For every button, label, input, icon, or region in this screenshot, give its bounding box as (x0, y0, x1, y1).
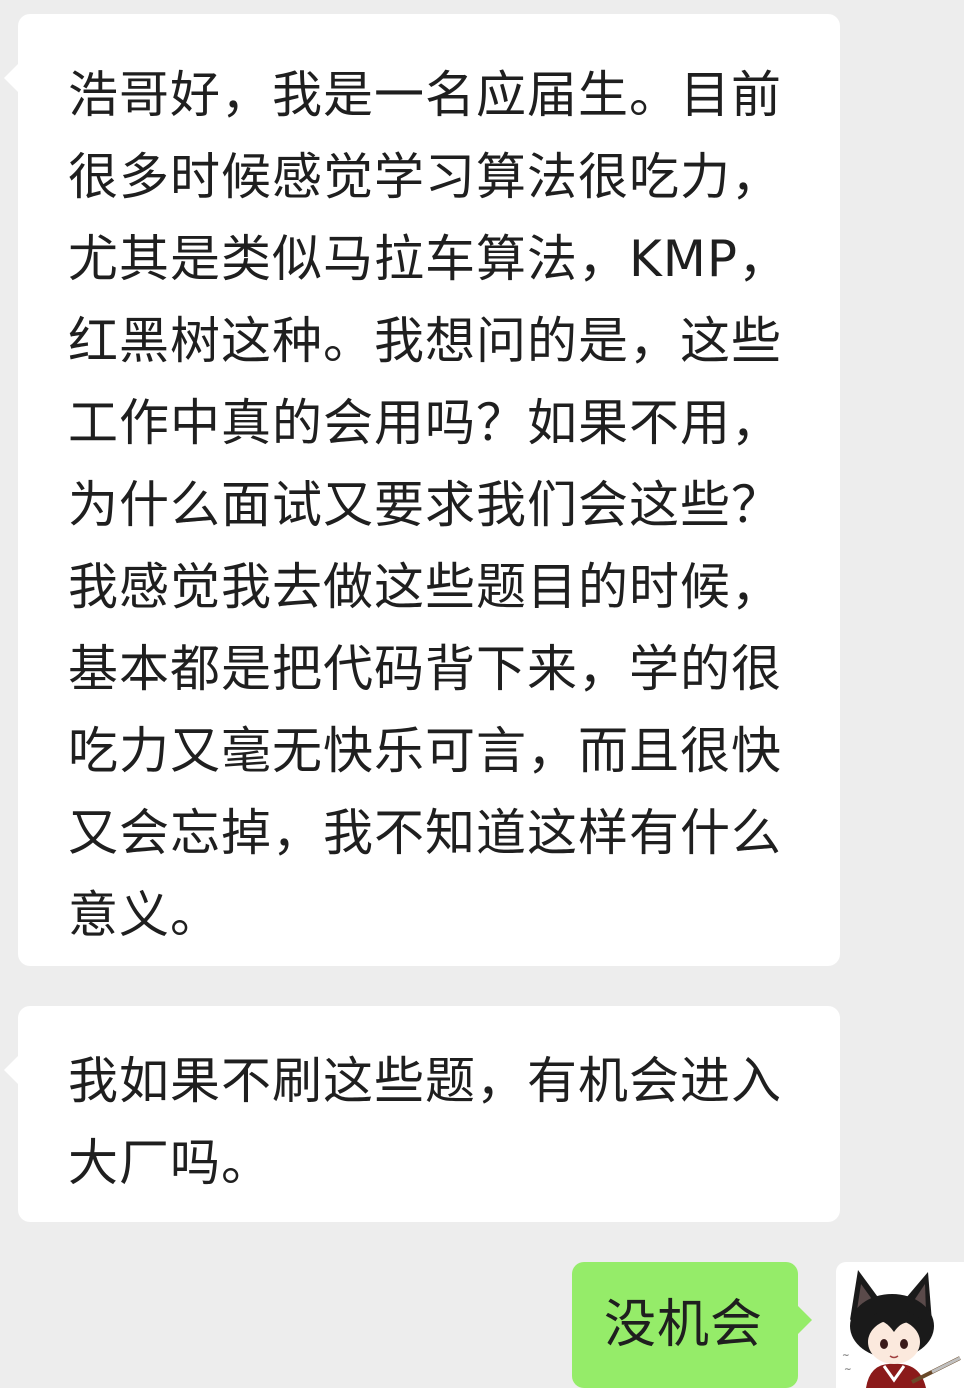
outgoing-message-bubble[interactable]: 没机会 (572, 1262, 812, 1388)
message-text: 没机会 (604, 1295, 764, 1355)
self-avatar[interactable]: ~ ~ (836, 1262, 964, 1388)
svg-text:~: ~ (842, 1351, 850, 1361)
message-text: 我如果不刷这些题，有机会进入大厂吗。 (68, 1052, 782, 1192)
incoming-message-bubble[interactable]: 我如果不刷这些题，有机会进入大厂吗。 (4, 1006, 840, 1222)
svg-text:~: ~ (844, 1365, 852, 1375)
message-text: 浩哥好，我是一名应届生。目前很多时候感觉学习算法很吃力，尤其是类似马拉车算法，K… (68, 66, 790, 944)
incoming-message-bubble[interactable]: 浩哥好，我是一名应届生。目前很多时候感觉学习算法很吃力，尤其是类似马拉车算法，K… (4, 14, 840, 966)
anime-cat-girl-avatar-icon: ~ ~ (842, 1270, 961, 1388)
